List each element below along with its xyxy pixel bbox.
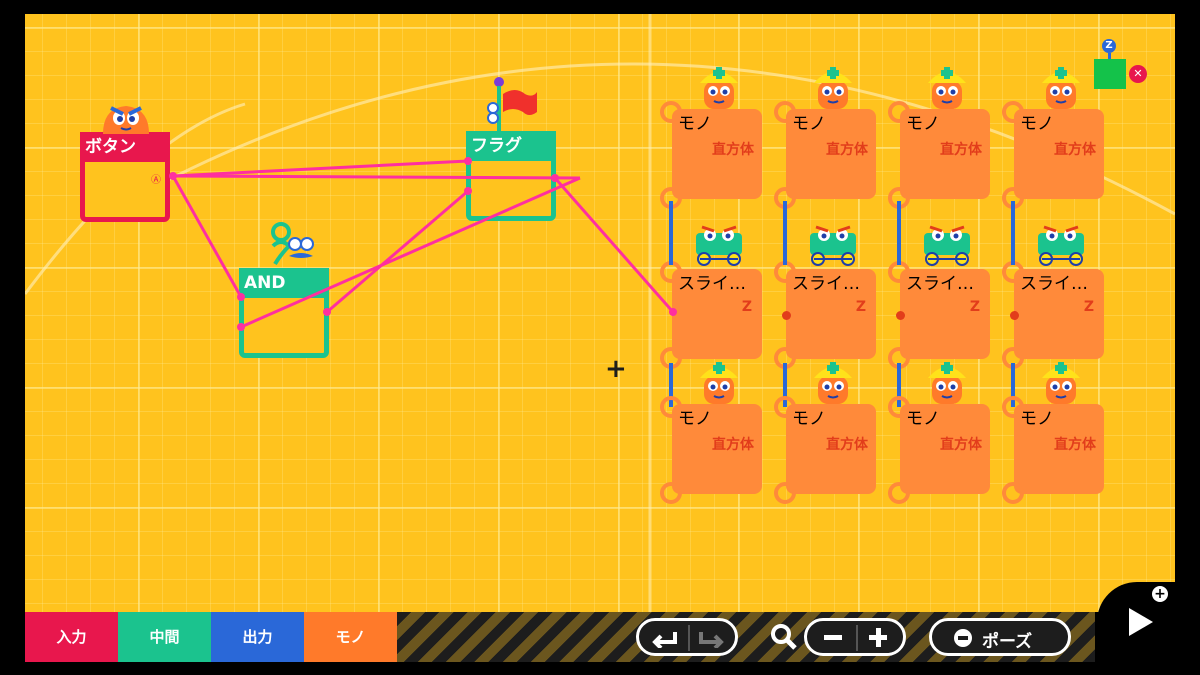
tab-output[interactable]: 出力: [211, 612, 304, 662]
play-button[interactable]: +: [1097, 582, 1200, 675]
z-badge-icon: Z: [1102, 39, 1116, 53]
play-icon: [1129, 608, 1153, 636]
pause-button[interactable]: ポーズ: [929, 618, 1071, 656]
zoom-magnifier-icon: [771, 624, 797, 650]
undo-icon[interactable]: [651, 628, 679, 648]
tab-middle[interactable]: 中間: [118, 612, 211, 662]
close-icon[interactable]: ✕: [1129, 65, 1147, 83]
tab-input[interactable]: 入力: [25, 612, 118, 662]
green-block-preview[interactable]: [1094, 59, 1126, 89]
crosshair-cursor-icon: +: [605, 354, 627, 384]
plus-button-icon: +: [1152, 586, 1168, 602]
zoom-out-icon[interactable]: [824, 635, 842, 640]
minus-button-icon: [954, 629, 972, 647]
programming-canvas[interactable]: ボタン Ⓐ AND フラグ モノ 直方体 モノ 直方体 モノ 直方体 モノ 直方体 スライ… Z ス…: [25, 14, 1175, 612]
connection-links: [169, 157, 677, 331]
tab-object[interactable]: モノ: [304, 612, 397, 662]
zoom-group: [804, 618, 906, 656]
pause-label: ポーズ: [982, 632, 1033, 652]
redo-icon[interactable]: [697, 628, 725, 648]
undo-redo-group: [636, 618, 738, 656]
